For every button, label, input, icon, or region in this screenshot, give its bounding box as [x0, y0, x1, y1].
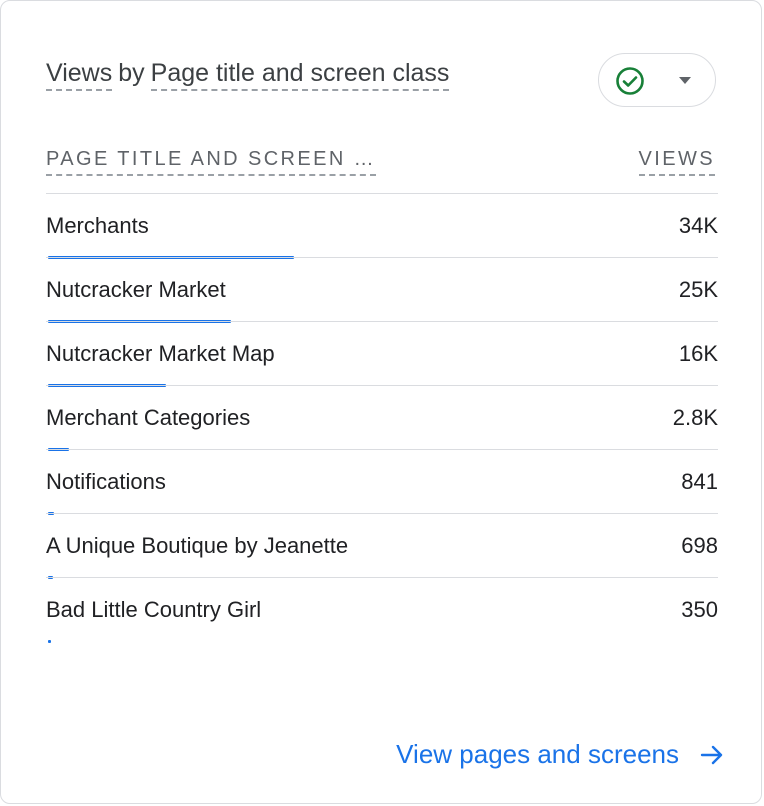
- table-row[interactable]: Notifications 841: [46, 449, 718, 515]
- row-views-value: 698: [681, 533, 718, 558]
- view-pages-link-label: View pages and screens: [396, 739, 679, 769]
- row-views-value: 25K: [678, 277, 718, 302]
- row-page-title: A Unique Boutique by Jeanette: [46, 533, 349, 558]
- row-page-title: Notifications: [46, 469, 166, 494]
- row-page-title: Merchants: [46, 213, 149, 238]
- row-page-title: Nutcracker Market Map: [46, 341, 275, 366]
- row-views-value: 841: [681, 469, 718, 494]
- table-body: Merchants 34K Nutcracker Market 25K Nutcrack…: [46, 193, 718, 643]
- row-views-value: 16K: [678, 341, 718, 366]
- table-row[interactable]: Merchants 34K: [46, 193, 718, 259]
- title-by: by: [118, 59, 145, 87]
- card-title: Views by Page title and screen class: [46, 59, 450, 91]
- check-circle-icon: [616, 67, 644, 95]
- column-header-page-title[interactable]: PAGE TITLE AND SCREEN …: [46, 148, 377, 176]
- data-quality-dropdown[interactable]: [598, 53, 716, 107]
- column-header-views[interactable]: VIEWS: [638, 148, 715, 176]
- arrow-right-icon: [700, 745, 723, 764]
- row-views-value: 350: [681, 597, 718, 622]
- metric-selector[interactable]: Views: [46, 59, 113, 91]
- views-card: Views by Page title and screen class PAGE …: [0, 0, 762, 804]
- row-share-bar: [48, 640, 51, 643]
- row-page-title: Bad Little Country Girl: [46, 597, 262, 622]
- row-views-value: 34K: [678, 213, 718, 238]
- table-row[interactable]: Bad Little Country Girl 350: [46, 577, 718, 643]
- table-row[interactable]: Merchant Categories 2.8K: [46, 385, 718, 451]
- dimension-selector[interactable]: Page title and screen class: [150, 59, 450, 91]
- row-views-value: 2.8K: [672, 405, 718, 430]
- table-row[interactable]: Nutcracker Market Map 16K: [46, 321, 718, 387]
- caret-down-icon: [679, 77, 691, 84]
- row-page-title: Nutcracker Market: [46, 277, 226, 302]
- table-row[interactable]: Nutcracker Market 25K: [46, 257, 718, 323]
- table-row[interactable]: A Unique Boutique by Jeanette 698: [46, 513, 718, 579]
- row-page-title: Merchant Categories: [46, 405, 251, 430]
- view-pages-and-screens-link[interactable]: View pages and screens: [396, 739, 725, 770]
